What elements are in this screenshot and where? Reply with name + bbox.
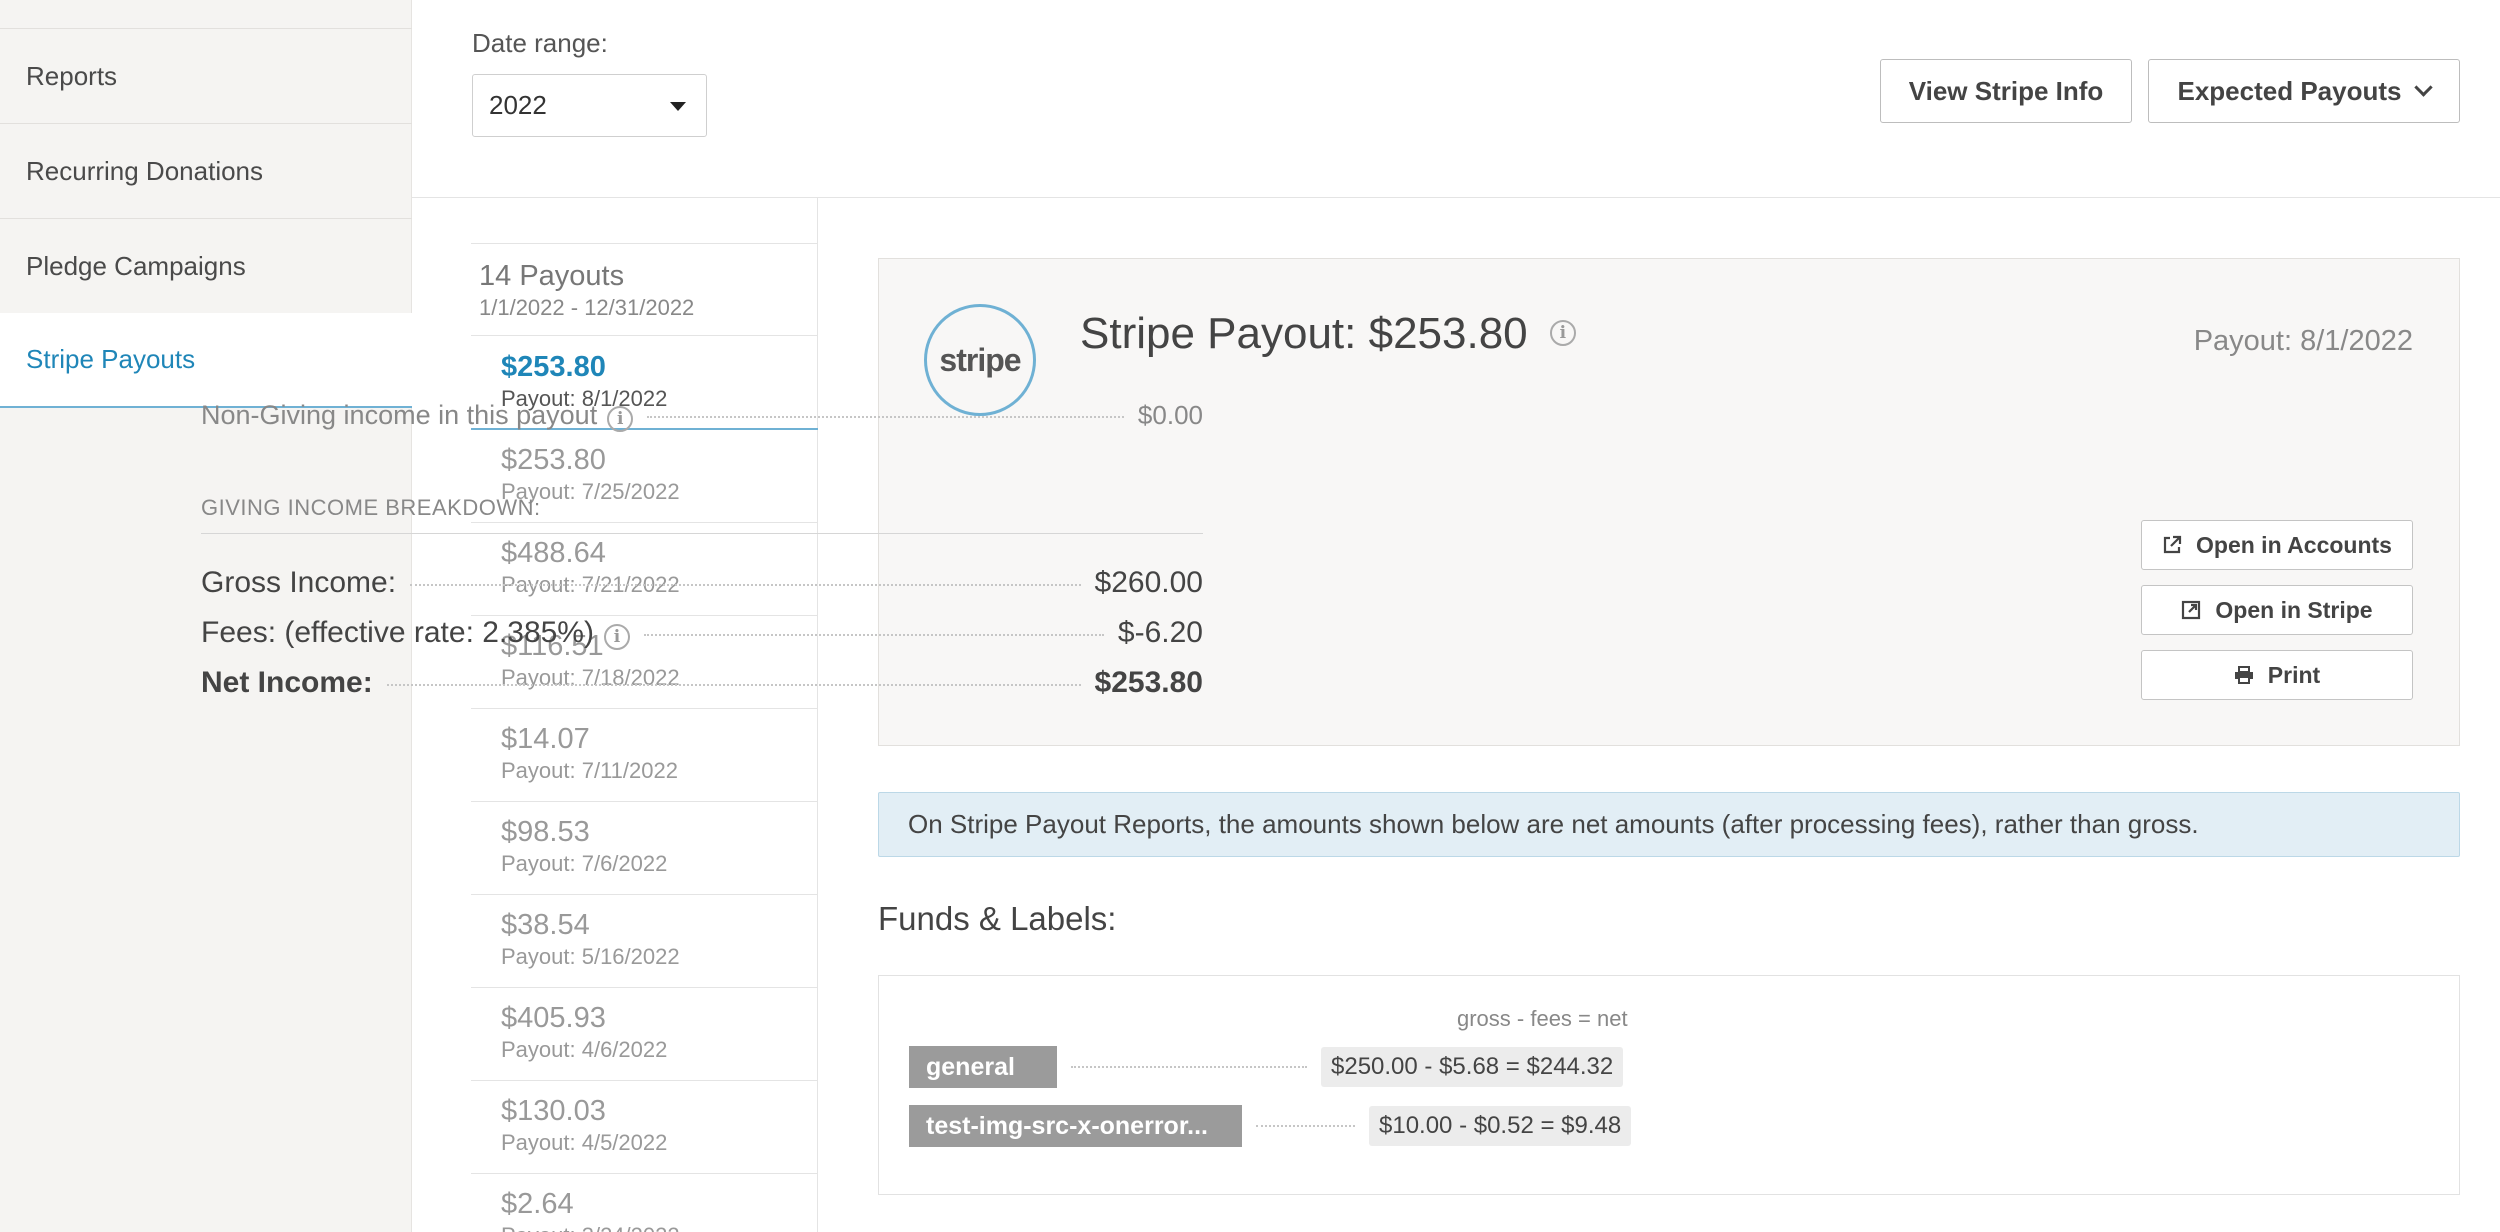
payout-list-header: 14 Payouts 1/1/2022 - 12/31/2022: [471, 243, 818, 336]
breakdown-divider: [201, 533, 1203, 534]
payout-list-item[interactable]: $98.53 Payout: 7/6/2022: [471, 802, 818, 895]
dotted-leader: [386, 684, 1081, 686]
payout-list-item[interactable]: $14.07 Payout: 7/11/2022: [471, 709, 818, 802]
fund-amount: $10.00 - $0.52 = $9.48: [1369, 1106, 1632, 1146]
payout-title: Stripe Payout: $253.80 i: [1080, 309, 1576, 359]
payout-list-item[interactable]: $405.93 Payout: 4/6/2022: [471, 988, 818, 1081]
date-range-label: Date range:: [472, 28, 608, 58]
fees-value: $-6.20: [1117, 616, 1203, 649]
payout-list-item[interactable]: $2.64 Payout: 3/24/2022: [471, 1174, 818, 1232]
payout-date: Payout: 4/5/2022: [501, 1130, 668, 1155]
payout-date: Payout: 5/16/2022: [501, 944, 680, 969]
non-giving-income-row: Non-Giving income in this payout i $0.00: [201, 400, 1203, 432]
info-icon[interactable]: i: [1549, 320, 1576, 347]
view-stripe-info-button[interactable]: View Stripe Info: [1880, 59, 2132, 123]
payout-date: Payout: 7/6/2022: [501, 851, 668, 876]
dotted-leader: [1256, 1125, 1355, 1127]
info-icon[interactable]: i: [607, 406, 634, 432]
sidebar-item-label: Pledge Campaigns: [26, 250, 246, 281]
payout-range: 1/1/2022 - 12/31/2022: [479, 295, 695, 320]
payout-amount: $14.07: [501, 723, 590, 755]
net-income-label: Net Income:: [201, 666, 373, 699]
payout-date-header: Payout: 8/1/2022: [2193, 325, 2413, 357]
payout-date: Payout: 3/24/2022: [501, 1223, 818, 1232]
payout-date: Payout: 7/25/2022: [501, 479, 680, 504]
top-bar: Date range: 2022 View Stripe Info Expect…: [412, 0, 2500, 198]
expected-payouts-label: Expected Payouts: [2177, 75, 2402, 106]
payout-amount: $38.54: [501, 909, 590, 941]
fund-label: general: [909, 1046, 1057, 1088]
date-range-value: 2022: [489, 90, 547, 120]
net-income-value: $253.80: [1094, 666, 1203, 699]
payout-date: Payout: 7/11/2022: [501, 758, 678, 783]
chevron-down-icon: [2414, 77, 2434, 97]
print-button[interactable]: Print: [2141, 650, 2413, 700]
sidebar-item-label: Reports: [26, 60, 118, 91]
giving-income-breakdown-heading: GIVING INCOME BREAKDOWN:: [201, 495, 541, 520]
fees-label: Fees: (effective rate: 2.385%): [201, 616, 594, 649]
sidebar-item-label: Recurring Donations: [26, 155, 264, 186]
sidebar-item-recurring-donations[interactable]: Recurring Donations: [0, 124, 412, 219]
expected-payouts-dropdown[interactable]: Expected Payouts: [2148, 59, 2460, 123]
payout-title-text: Stripe Payout: $253.80: [1080, 309, 1528, 358]
fund-row: test-img-src-x-onerror... $10.00 - $0.52…: [909, 1105, 1632, 1147]
payout-date: Payout: 4/6/2022: [501, 1037, 668, 1062]
fees-row: Fees: (effective rate: 2.385%) i $-6.20: [201, 616, 1203, 650]
dotted-leader: [643, 634, 1104, 636]
gross-income-row: Gross Income: $260.00: [201, 566, 1203, 600]
dotted-leader: [410, 584, 1081, 586]
fund-formula-legend: gross - fees = net: [1457, 1006, 1628, 1031]
net-amounts-notice: On Stripe Payout Reports, the amounts sh…: [878, 792, 2460, 857]
sidebar-item-label: Stripe Payouts: [26, 344, 196, 374]
open-in-accounts-button[interactable]: Open in Accounts: [2141, 520, 2413, 570]
caret-down-icon: [670, 102, 686, 111]
open-in-stripe-button[interactable]: Open in Stripe: [2141, 585, 2413, 635]
fund-amount: $250.00 - $5.68 = $244.32: [1321, 1047, 1624, 1087]
funds-labels-card: gross - fees = net general $250.00 - $5.…: [878, 975, 2460, 1195]
notice-text: On Stripe Payout Reports, the amounts sh…: [908, 809, 2199, 839]
payout-amount: $98.53: [501, 816, 590, 848]
external-link-square-icon: [2182, 600, 2201, 620]
payout-list: 14 Payouts 1/1/2022 - 12/31/2022 $253.80…: [471, 198, 818, 1232]
dotted-leader: [1071, 1066, 1307, 1068]
payout-amount: $2.64: [501, 1188, 574, 1220]
payout-count: 14 Payouts: [479, 260, 625, 292]
dotted-leader: [647, 416, 1124, 418]
info-icon[interactable]: i: [603, 624, 630, 650]
payout-amount: $253.80: [501, 351, 606, 383]
print-icon: [2234, 666, 2253, 684]
non-giving-income-label: Non-Giving income in this payout: [201, 400, 598, 430]
payout-list-item[interactable]: $38.54 Payout: 5/16/2022: [471, 895, 818, 988]
external-link-icon: [2163, 535, 2182, 554]
payout-amount: $253.80: [501, 444, 606, 476]
view-stripe-info-label: View Stripe Info: [1908, 75, 2104, 106]
sidebar-item-reports[interactable]: Reports: [0, 29, 412, 124]
non-giving-income-value: $0.00: [1137, 400, 1203, 430]
sidebar-item-pledge-campaigns[interactable]: Pledge Campaigns: [0, 219, 412, 314]
print-label: Print: [2267, 661, 2321, 688]
gross-income-value: $260.00: [1094, 566, 1203, 599]
open-in-accounts-label: Open in Accounts: [2196, 531, 2392, 558]
open-in-stripe-label: Open in Stripe: [2215, 596, 2373, 623]
date-range-select[interactable]: 2022: [472, 74, 707, 137]
payout-amount: $405.93: [501, 1002, 606, 1034]
funds-labels-heading: Funds & Labels:: [878, 900, 1117, 937]
fund-row: general $250.00 - $5.68 = $244.32: [909, 1046, 1624, 1088]
net-income-row: Net Income: $253.80: [201, 666, 1203, 700]
payout-amount: $130.03: [501, 1095, 606, 1127]
gross-income-label: Gross Income:: [201, 566, 397, 599]
stripe-logo-text: stripe: [939, 341, 1021, 378]
fund-label: test-img-src-x-onerror...: [909, 1105, 1242, 1147]
payout-list-item[interactable]: $130.03 Payout: 4/5/2022: [471, 1081, 818, 1174]
sidebar-item-stripe-payouts[interactable]: Stripe Payouts: [0, 313, 412, 408]
